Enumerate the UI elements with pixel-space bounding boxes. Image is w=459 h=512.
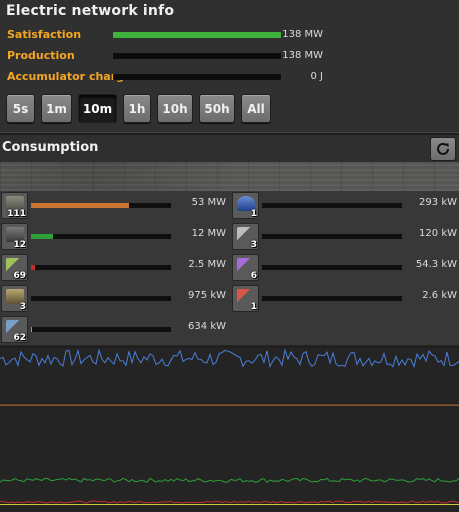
floor-texture <box>0 162 459 191</box>
consumer-bar <box>31 234 171 239</box>
consumer-bar-fill <box>31 203 129 208</box>
consumption-title: Consumption <box>2 140 99 155</box>
graph-series-line <box>0 477 459 483</box>
section-divider <box>0 132 459 135</box>
time-button-50h[interactable]: 50h <box>199 94 235 123</box>
consumer-bar <box>31 203 171 208</box>
consumer-row: 6 54.3 kW <box>231 253 459 281</box>
consumer-count: 12 <box>13 240 26 250</box>
time-button-5s[interactable]: 5s <box>6 94 35 123</box>
time-button-10h[interactable]: 10h <box>157 94 193 123</box>
satisfaction-row: Satisfaction 138 MW <box>0 27 459 43</box>
consumer-bar-fill <box>31 327 33 332</box>
fast-inserter-icon[interactable]: 69 <box>1 254 28 281</box>
consumer-count: 62 <box>13 333 26 343</box>
consumer-count: 1 <box>250 302 257 312</box>
consumer-bar <box>262 265 402 270</box>
consumer-bar <box>31 265 171 270</box>
electric-network-window: Electric network info Satisfaction 138 M… <box>0 0 459 512</box>
power-graph <box>0 345 459 512</box>
production-value: 138 MW <box>282 50 323 61</box>
satisfaction-bar <box>113 32 281 38</box>
consumer-count: 1 <box>250 209 257 219</box>
electric-furnace-icon[interactable]: 12 <box>1 223 28 250</box>
satisfaction-bar-fill <box>113 32 281 38</box>
consumer-value: 12 MW <box>191 228 226 239</box>
consumer-count: 111 <box>7 209 26 219</box>
consumer-value: 2.5 MW <box>188 259 226 270</box>
production-bar <box>113 53 281 59</box>
consumer-row: 69 2.5 MW <box>0 253 229 281</box>
consumer-count: 3 <box>19 302 26 312</box>
inserter-icon[interactable]: 3 <box>232 223 259 250</box>
production-label: Production <box>7 49 75 62</box>
consumer-list: 111 53 MW 1 293 kW 12 12 MW 3 120 kW 69 2.5 MW 6 54… <box>0 191 459 345</box>
consumer-value: 975 kW <box>188 290 226 301</box>
production-row: Production 138 MW <box>0 48 459 64</box>
consumer-value: 120 kW <box>419 228 457 239</box>
consumer-count: 3 <box>250 240 257 250</box>
satisfaction-label: Satisfaction <box>7 28 82 41</box>
stack-inserter-icon[interactable]: 6 <box>232 254 259 281</box>
filter-inserter-icon[interactable]: 1 <box>232 285 259 312</box>
title-bar[interactable]: Electric network info <box>0 0 459 22</box>
consumer-value: 293 kW <box>419 197 457 208</box>
time-range-buttons: 5s 1m 10m 1h 10h 50h All <box>6 94 271 123</box>
satisfaction-value: 138 MW <box>282 29 323 40</box>
consumer-row: 3 120 kW <box>231 222 459 250</box>
consumer-row: 3 975 kW <box>0 284 229 312</box>
accumulator-row: Accumulator charge 0 J <box>0 69 459 85</box>
power-graph-canvas <box>0 346 459 505</box>
consumer-row: 1 293 kW <box>231 191 459 219</box>
consumer-bar-fill <box>31 265 36 270</box>
graph-series-line <box>0 348 459 369</box>
consumer-row: 111 53 MW <box>0 191 229 219</box>
accumulator-value: 0 J <box>310 71 324 82</box>
consumption-header: Consumption <box>0 136 459 162</box>
long-inserter-icon[interactable]: 62 <box>1 316 28 343</box>
time-button-10m[interactable]: 10m <box>78 94 117 123</box>
consumer-bar <box>262 234 402 239</box>
consumer-value: 2.6 kW <box>422 290 457 301</box>
consumer-row: 1 2.6 kW <box>231 284 459 312</box>
consumer-bar-fill <box>31 234 54 239</box>
graph-series-line <box>0 500 459 504</box>
consumer-value: 53 MW <box>191 197 226 208</box>
refresh-button[interactable] <box>430 137 456 161</box>
time-button-1m[interactable]: 1m <box>41 94 72 123</box>
assembling-machine-icon[interactable]: 111 <box>1 192 28 219</box>
consumer-bar <box>262 296 402 301</box>
consumer-bar <box>31 296 171 301</box>
consumer-value: 54.3 kW <box>415 259 457 270</box>
consumer-row: 62 634 kW <box>0 315 229 343</box>
consumer-value: 634 kW <box>188 321 226 332</box>
lab-icon[interactable]: 1 <box>232 192 259 219</box>
window-title: Electric network info <box>6 3 175 19</box>
time-button-1h[interactable]: 1h <box>123 94 151 123</box>
mining-drill-icon[interactable]: 3 <box>1 285 28 312</box>
consumer-bar <box>31 327 171 332</box>
consumer-bar <box>262 203 402 208</box>
time-button-all[interactable]: All <box>241 94 271 123</box>
consumer-row: 12 12 MW <box>0 222 229 250</box>
refresh-icon <box>437 142 449 155</box>
accumulator-bar <box>113 74 281 80</box>
consumer-count: 69 <box>13 271 26 281</box>
consumer-count: 6 <box>250 271 257 281</box>
